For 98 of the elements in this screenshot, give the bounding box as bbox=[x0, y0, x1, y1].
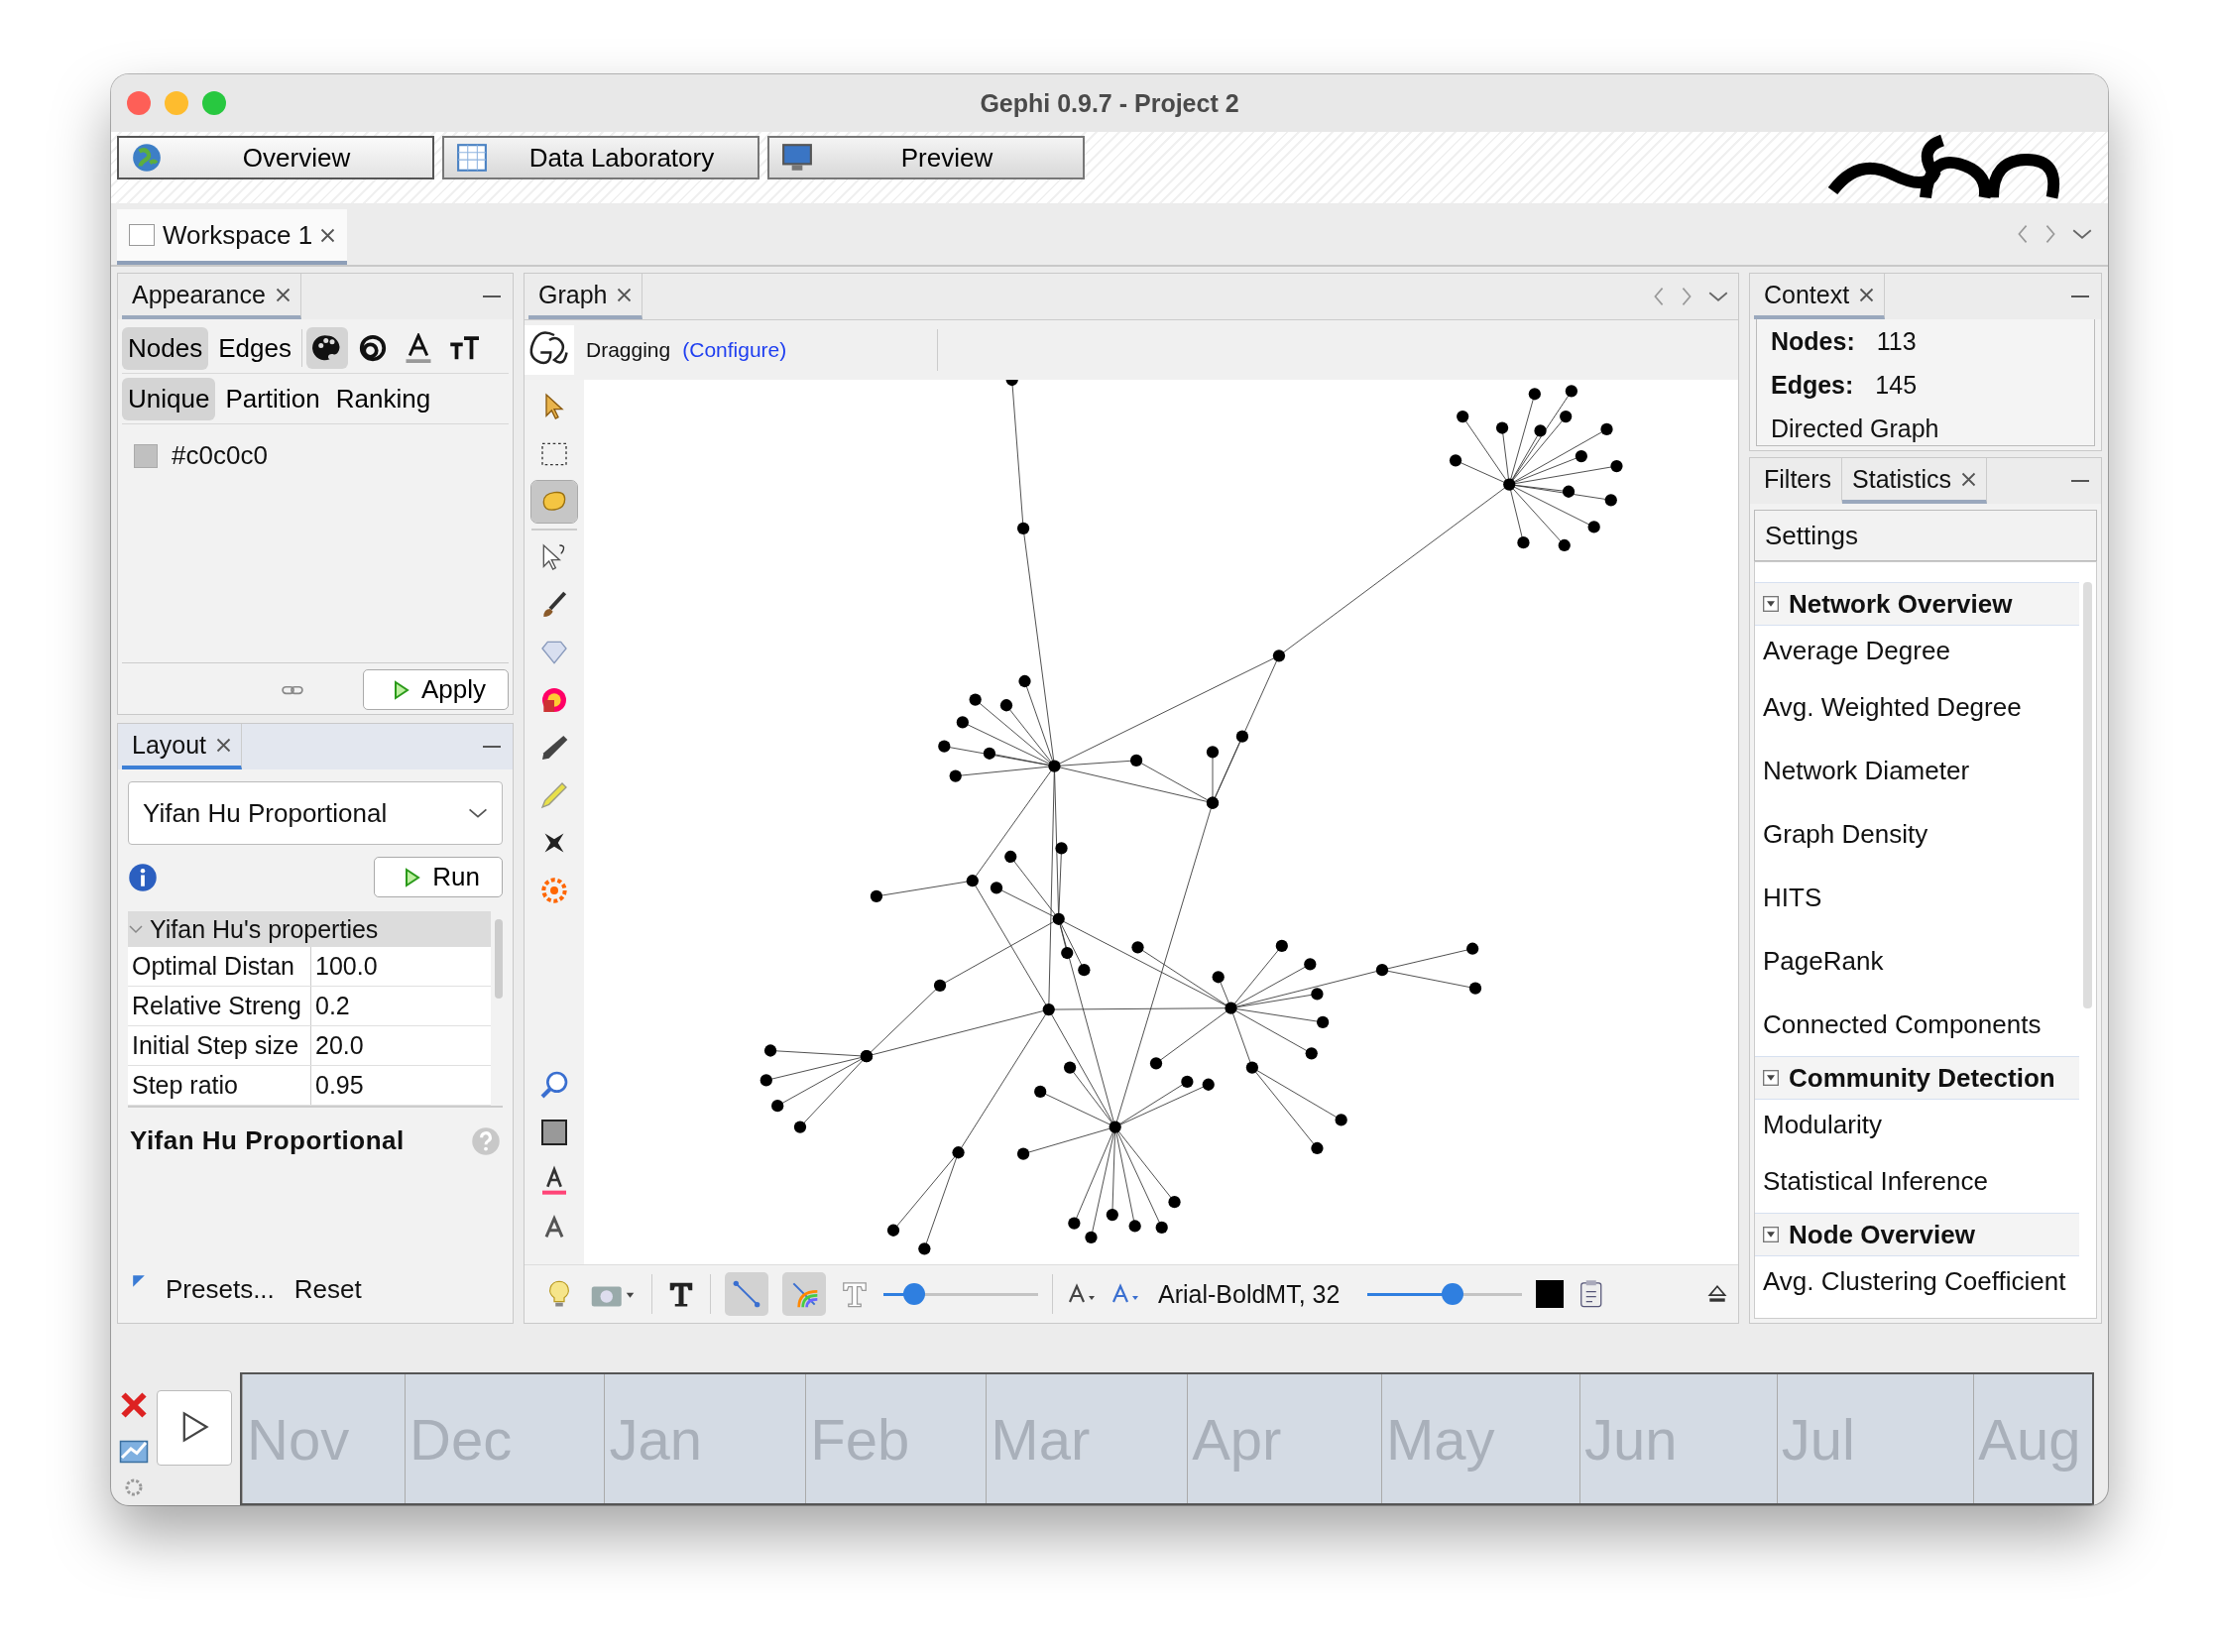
panel-tab[interactable]: Statistics bbox=[1842, 458, 1988, 504]
tab-label: Graph bbox=[538, 280, 608, 309]
property-value[interactable]: 100.0 bbox=[311, 952, 378, 981]
property-value[interactable]: 0.2 bbox=[311, 992, 350, 1020]
close-window-button[interactable] bbox=[127, 91, 151, 115]
tab-label: Context bbox=[1764, 280, 1850, 309]
perspective-tab[interactable]: Overview bbox=[117, 136, 434, 179]
collapse-icon[interactable] bbox=[1763, 1227, 1779, 1242]
tab-label: Appearance bbox=[132, 280, 266, 309]
table-icon bbox=[456, 142, 488, 174]
settings-button[interactable]: Settings bbox=[1754, 510, 2097, 561]
presets-link[interactable]: Presets... bbox=[166, 1274, 275, 1305]
window-title: Gephi 0.9.7 - Project 2 bbox=[980, 88, 1239, 118]
chevron-icon[interactable] bbox=[128, 924, 144, 934]
stat-value: 145 bbox=[1875, 370, 1918, 400]
property-name: Optimal Distan bbox=[128, 947, 311, 986]
stat-value: 113 bbox=[1876, 326, 1917, 356]
chevron-left-icon[interactable] bbox=[1653, 287, 1665, 306]
tab-label: Statistics bbox=[1852, 464, 1952, 494]
label-size-slider[interactable] bbox=[1367, 1282, 1523, 1306]
chevron-down-icon[interactable] bbox=[1708, 290, 1728, 303]
close-icon[interactable] bbox=[275, 287, 291, 302]
element-tab[interactable]: Edges bbox=[212, 326, 297, 370]
close-icon[interactable] bbox=[1961, 471, 1977, 487]
graph-type: Directed Graph bbox=[1771, 413, 1939, 443]
statistic-item[interactable]: Graph Density bbox=[1755, 802, 2079, 866]
stat-label: Edges: bbox=[1771, 370, 1854, 400]
chevron-right-icon[interactable] bbox=[2044, 224, 2056, 244]
statistic-item[interactable]: PageRank bbox=[1755, 929, 2079, 993]
color-value: #c0c0c0 bbox=[172, 440, 268, 471]
close-icon[interactable] bbox=[119, 1390, 149, 1420]
monitor-icon bbox=[781, 142, 813, 174]
group-title: Community Detection bbox=[1789, 1062, 2055, 1094]
chevron-down-icon[interactable] bbox=[2072, 227, 2092, 241]
perspective-tab[interactable]: Preview bbox=[767, 136, 1085, 179]
element-tab[interactable]: Nodes bbox=[122, 326, 209, 370]
stat-label: Nodes: bbox=[1771, 326, 1855, 356]
workspace-tab[interactable]: Workspace 1 bbox=[117, 209, 348, 265]
play-button[interactable] bbox=[157, 1390, 232, 1466]
scrollbar[interactable] bbox=[2083, 582, 2092, 1008]
font-label[interactable]: Arial-BoldMT, 32 bbox=[1158, 1279, 1341, 1309]
statistic-item[interactable]: Statistical Inference bbox=[1755, 1149, 2079, 1213]
property-group-title: Yifan Hu's properties bbox=[150, 914, 379, 944]
edge-weight-slider[interactable] bbox=[883, 1282, 1038, 1306]
collapse-icon[interactable] bbox=[1763, 596, 1779, 612]
mode-tab[interactable]: Partition bbox=[219, 377, 326, 420]
tab-label: Filters bbox=[1764, 464, 1832, 494]
reset-link[interactable]: Reset bbox=[293, 1274, 362, 1305]
property-value[interactable]: 0.95 bbox=[311, 1071, 364, 1100]
scrollbar[interactable] bbox=[495, 919, 503, 999]
tool-mode-label: Dragging bbox=[586, 338, 671, 362]
mode-tab[interactable]: Ranking bbox=[329, 377, 437, 420]
close-icon[interactable] bbox=[617, 287, 633, 302]
run-button[interactable]: Run bbox=[374, 857, 503, 897]
corner-icon bbox=[132, 1274, 146, 1288]
property-name: Step ratio bbox=[128, 1066, 311, 1105]
statistic-item[interactable]: Average Degree bbox=[1755, 626, 2079, 675]
hand-icon[interactable] bbox=[531, 481, 577, 523]
statistic-item[interactable]: Connected Components bbox=[1755, 993, 2079, 1056]
group-title: Network Overview bbox=[1789, 588, 2013, 620]
close-icon[interactable] bbox=[1859, 287, 1875, 302]
mode-tab[interactable]: Unique bbox=[122, 377, 216, 420]
chevron-left-icon[interactable] bbox=[2017, 224, 2029, 244]
property-name: Relative Streng bbox=[128, 987, 311, 1025]
edge-rainbow-icon[interactable] bbox=[782, 1272, 826, 1316]
play-icon bbox=[405, 866, 421, 888]
statistic-item[interactable]: HITS bbox=[1755, 866, 2079, 929]
statistic-item[interactable]: Modularity bbox=[1755, 1100, 2079, 1149]
chevron-down-icon bbox=[468, 807, 488, 819]
link-icon[interactable] bbox=[281, 683, 303, 696]
color-swatch[interactable] bbox=[1536, 1280, 1565, 1308]
perspective-tab[interactable]: Data Laboratory bbox=[442, 136, 759, 179]
info-icon[interactable] bbox=[128, 862, 158, 892]
statistic-item[interactable]: Avg. Weighted Degree bbox=[1755, 675, 2079, 739]
color-swatch[interactable] bbox=[134, 443, 158, 468]
script-logo-icon bbox=[525, 325, 574, 375]
play-icon bbox=[393, 678, 409, 701]
group-title: Node Overview bbox=[1789, 1219, 1975, 1250]
document-icon bbox=[129, 224, 155, 246]
statistic-item[interactable]: Avg. Clustering Coefficient bbox=[1755, 1256, 2079, 1306]
property-name: Initial Step size bbox=[128, 1026, 311, 1065]
statistic-item[interactable]: Network Diameter bbox=[1755, 739, 2079, 802]
collapse-icon[interactable] bbox=[1763, 1070, 1779, 1086]
text-outline-icon[interactable] bbox=[840, 1279, 870, 1309]
tab-label: Workspace 1 bbox=[163, 219, 313, 251]
close-icon[interactable] bbox=[216, 737, 232, 753]
configure-link[interactable]: (Configure) bbox=[682, 338, 787, 362]
apply-button[interactable]: Apply bbox=[362, 669, 509, 710]
property-value[interactable]: 20.0 bbox=[311, 1031, 364, 1060]
globe-icon bbox=[131, 142, 163, 174]
description-title: Yifan Hu Proportional bbox=[130, 1125, 405, 1156]
chevron-right-icon[interactable] bbox=[1681, 287, 1693, 306]
algorithm-dropdown[interactable]: Yifan Hu Proportional bbox=[128, 781, 503, 845]
palette-icon[interactable] bbox=[305, 327, 348, 369]
tab-label: Layout bbox=[132, 730, 207, 760]
panel-tab[interactable]: Filters bbox=[1754, 458, 1843, 504]
gear-icon[interactable] bbox=[124, 1477, 144, 1497]
close-icon[interactable] bbox=[320, 227, 336, 243]
